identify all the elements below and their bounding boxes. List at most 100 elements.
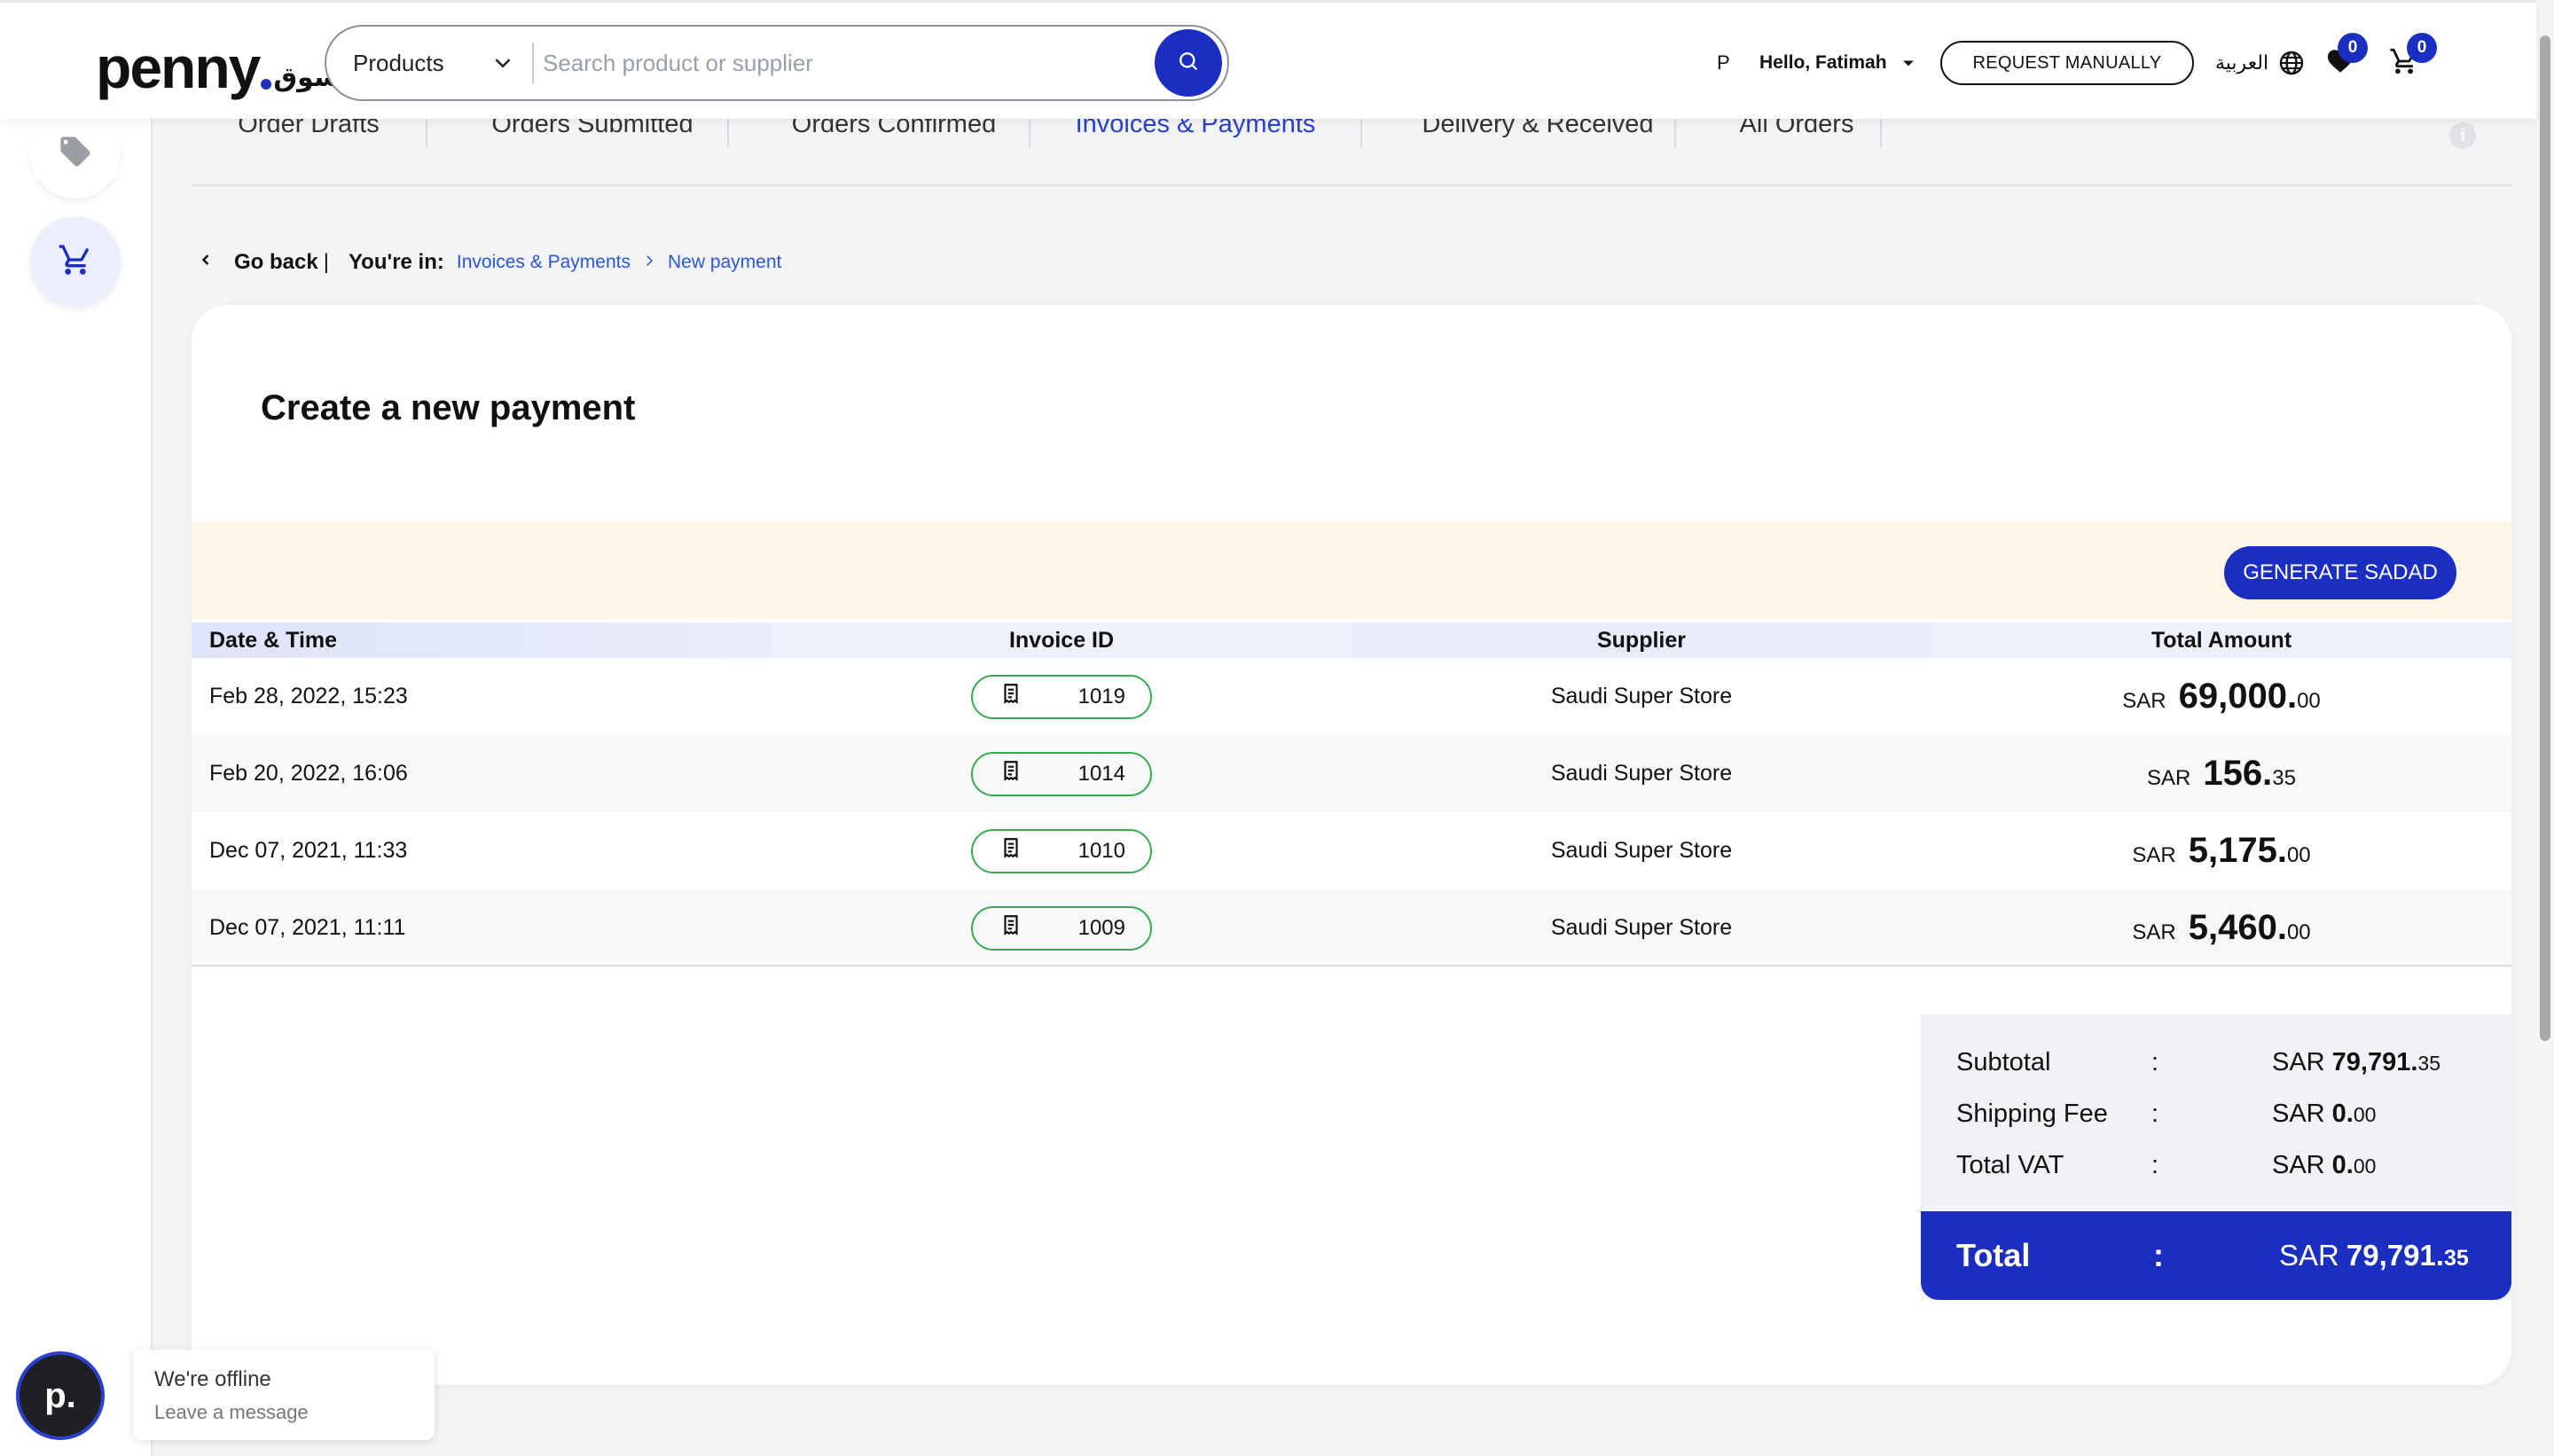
receipt-icon bbox=[999, 759, 1022, 788]
table-bottom-border bbox=[192, 965, 2511, 967]
go-back-link[interactable]: Go back bbox=[234, 250, 318, 275]
payment-card: Create a new payment GENERATE SADAD Date… bbox=[192, 305, 2511, 1385]
invoice-chip[interactable]: 1014 bbox=[971, 751, 1152, 796]
amount-decimal: 35 bbox=[2272, 766, 2296, 790]
summary-decimal: 00 bbox=[2353, 1102, 2377, 1126]
search-icon bbox=[1176, 49, 1201, 78]
table-header: Date & Time Invoice ID Supplier Total Am… bbox=[192, 622, 2511, 658]
sidebar-item-orders[interactable] bbox=[30, 216, 121, 307]
row-date: Dec 07, 2021, 11:33 bbox=[209, 838, 408, 863]
breadcrumb-invoices-payments[interactable]: Invoices & Payments bbox=[457, 252, 631, 273]
amount-currency: SAR bbox=[2122, 689, 2166, 713]
invoice-id: 1019 bbox=[1077, 684, 1125, 708]
amount-main: 69,000. bbox=[2178, 677, 2298, 716]
row-amount: SAR 69,000. 00 bbox=[1931, 658, 2511, 735]
table-row: Dec 07, 2021, 11:11 1009 Saudi Super Sto… bbox=[192, 889, 2511, 967]
total-value: SAR 79,791. 35 bbox=[2279, 1239, 2469, 1272]
summary-value: SAR 0. 00 bbox=[2272, 1100, 2376, 1129]
total-colon: : bbox=[2153, 1237, 2164, 1273]
payment-summary: Subtotal : SAR 79,791. 35 Shipping Fee :… bbox=[1921, 1014, 2511, 1300]
summary-value: SAR 79,791. 35 bbox=[2272, 1048, 2440, 1077]
cart-count-badge: 0 bbox=[2407, 33, 2437, 63]
page-root: penny سوق Products P Hello, Fatimah bbox=[0, 0, 2554, 1456]
summary-currency: SAR bbox=[2272, 1099, 2325, 1128]
column-header-supplier: Supplier bbox=[1351, 622, 1931, 658]
summary-label: Total VAT bbox=[1956, 1150, 2064, 1179]
category-select[interactable]: Products bbox=[326, 27, 532, 99]
summary-colon: : bbox=[2151, 1099, 2159, 1128]
generate-sadad-button[interactable]: GENERATE SADAD bbox=[2224, 546, 2456, 599]
summary-currency: SAR bbox=[2272, 1150, 2325, 1179]
invoice-chip[interactable]: 1019 bbox=[971, 674, 1152, 719]
tab-order-drafts[interactable]: Order Drafts bbox=[192, 110, 426, 186]
chat-launcher[interactable]: p. bbox=[16, 1351, 105, 1440]
search-button[interactable] bbox=[1155, 29, 1222, 97]
row-supplier: Saudi Super Store bbox=[1550, 684, 1733, 708]
column-header-invoice-id: Invoice ID bbox=[772, 622, 1351, 658]
breadcrumb: Go back | You're in: Invoices & Payments… bbox=[197, 248, 781, 277]
page-scrollbar[interactable] bbox=[2540, 35, 2550, 1041]
user-greeting[interactable]: Hello, Fatimah bbox=[1759, 38, 1887, 88]
row-amount: SAR 5,460. 00 bbox=[1931, 889, 2511, 967]
row-date: Feb 20, 2022, 16:06 bbox=[209, 761, 408, 786]
amount-main: 5,460. bbox=[2188, 908, 2287, 947]
page-title: Create a new payment bbox=[261, 388, 636, 427]
breadcrumb-pipe: | bbox=[323, 250, 329, 274]
summary-label: Subtotal bbox=[1956, 1047, 2051, 1076]
summary-main: 0. bbox=[2331, 1150, 2354, 1179]
amount-currency: SAR bbox=[2147, 766, 2191, 790]
summary-total: Total : SAR 79,791. 35 bbox=[1921, 1211, 2511, 1300]
total-label: Total bbox=[1956, 1237, 2031, 1273]
request-manually-button[interactable]: REQUEST MANUALLY bbox=[1940, 41, 2194, 85]
chevron-right-icon bbox=[641, 251, 657, 274]
info-icon[interactable]: i bbox=[2449, 122, 2476, 149]
tab-orders-submitted[interactable]: Orders Submitted bbox=[427, 110, 757, 186]
amount-currency: SAR bbox=[2132, 920, 2176, 944]
receipt-icon bbox=[999, 836, 1022, 865]
sadad-band: GENERATE SADAD bbox=[192, 521, 2511, 619]
logo-wordmark: penny bbox=[96, 35, 261, 100]
globe-icon[interactable] bbox=[2277, 38, 2306, 88]
invoice-id: 1014 bbox=[1077, 761, 1125, 786]
table-row: Dec 07, 2021, 11:33 1010 Saudi Super Sto… bbox=[192, 812, 2511, 889]
cart-icon bbox=[58, 242, 93, 282]
row-invoice-cell: 1010 bbox=[772, 812, 1351, 889]
chevron-left-icon[interactable] bbox=[197, 250, 215, 275]
receipt-icon bbox=[999, 682, 1022, 711]
chat-status: We're offline bbox=[154, 1367, 271, 1391]
column-header-date: Date & Time bbox=[192, 622, 772, 658]
sidebar-item-tags[interactable] bbox=[30, 108, 121, 199]
amount-decimal: 00 bbox=[2286, 843, 2311, 867]
amount-decimal: 00 bbox=[2297, 689, 2321, 713]
wishlist-count-badge: 0 bbox=[2338, 33, 2368, 63]
summary-decimal: 00 bbox=[2353, 1154, 2377, 1178]
row-invoice-cell: 1009 bbox=[772, 889, 1351, 967]
summary-decimal: 35 bbox=[2417, 1051, 2440, 1075]
invoice-chip[interactable]: 1009 bbox=[971, 905, 1152, 951]
language-toggle[interactable]: العربية bbox=[2215, 38, 2268, 88]
tab-separator bbox=[1880, 115, 1882, 147]
tab-invoices-payments[interactable]: Invoices & Payments bbox=[1030, 110, 1360, 186]
row-supplier: Saudi Super Store bbox=[1550, 838, 1733, 863]
chat-offline-bubble[interactable]: We're offline Leave a message bbox=[133, 1350, 435, 1440]
summary-currency: SAR bbox=[2272, 1047, 2325, 1076]
left-sidebar bbox=[0, 0, 153, 1456]
search-input[interactable] bbox=[534, 27, 1155, 99]
summary-subtotal: Subtotal : SAR 79,791. 35 bbox=[1956, 1045, 2488, 1080]
invoice-chip[interactable]: 1010 bbox=[971, 828, 1152, 873]
tab-orders-confirmed[interactable]: Orders Confirmed bbox=[729, 110, 1059, 186]
receipt-icon bbox=[999, 913, 1022, 943]
caret-down-icon[interactable] bbox=[1900, 38, 1917, 88]
amount-main: 5,175. bbox=[2188, 831, 2287, 870]
logo-dot bbox=[261, 79, 272, 90]
row-invoice-cell: 1014 bbox=[772, 735, 1351, 812]
summary-shipping: Shipping Fee : SAR 0. 00 bbox=[1956, 1096, 2488, 1131]
tab-delivery-received[interactable]: Delivery & Received bbox=[1362, 110, 1713, 186]
breadcrumb-new-payment[interactable]: New payment bbox=[668, 252, 781, 273]
summary-value: SAR 0. 00 bbox=[2272, 1151, 2376, 1180]
row-invoice-cell: 1019 bbox=[772, 658, 1351, 735]
summary-label: Shipping Fee bbox=[1956, 1099, 2108, 1128]
row-amount: SAR 156. 35 bbox=[1931, 735, 2511, 812]
row-supplier: Saudi Super Store bbox=[1550, 761, 1733, 786]
penny-logo[interactable]: penny سوق bbox=[96, 26, 341, 97]
